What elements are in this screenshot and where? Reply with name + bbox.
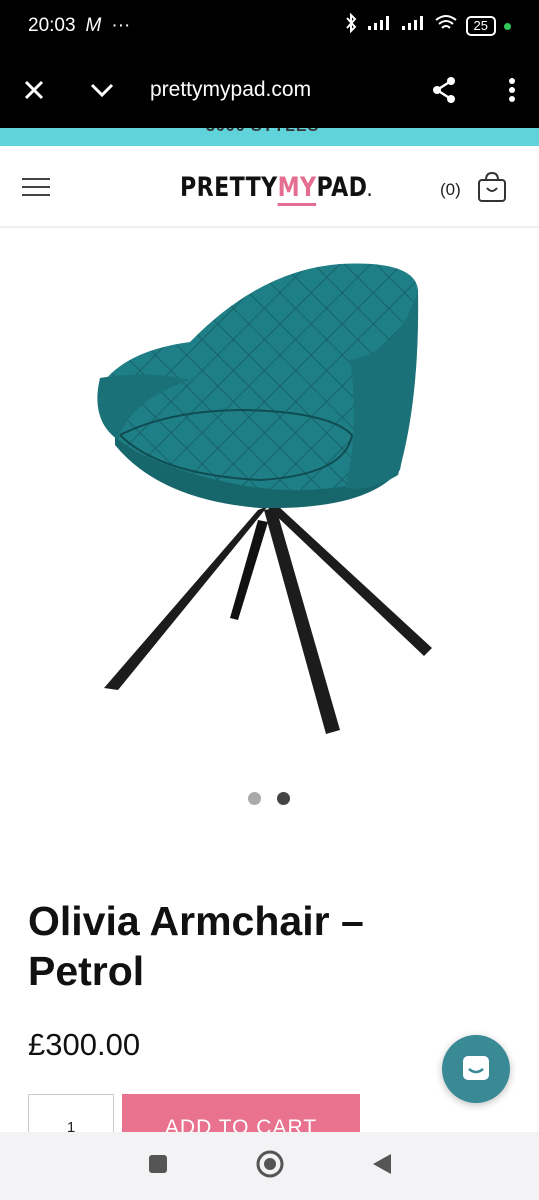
status-time: 20:03: [28, 15, 76, 36]
share-button[interactable]: [420, 66, 468, 114]
recent-apps-button[interactable]: [147, 1153, 169, 1180]
shopping-bag-icon: [478, 171, 506, 202]
wifi-icon: [434, 14, 458, 38]
system-navigation-bar: [0, 1132, 539, 1200]
product-title: Olivia Armchair – Petrol: [28, 898, 364, 994]
logo-mark: .: [367, 184, 373, 200]
signal-icon-2: [400, 15, 426, 37]
promo-strip: 3000 STYLES: [0, 128, 539, 146]
more-vertical-icon: [509, 78, 515, 102]
share-icon: [433, 77, 455, 103]
hamburger-menu-icon: [22, 178, 50, 196]
close-icon: [24, 80, 44, 100]
site-logo[interactable]: PRETTYMYPAD.: [180, 172, 373, 206]
battery-icon: 25: [465, 16, 496, 36]
menu-button[interactable]: [22, 176, 50, 203]
chat-icon: [463, 1056, 489, 1080]
cart-count[interactable]: (0): [440, 180, 461, 200]
collapse-button[interactable]: [78, 66, 126, 114]
url-display[interactable]: prettymypad.com: [150, 78, 370, 102]
status-bar: 20:03 M ··· 25: [0, 0, 539, 52]
logo-text-my: MY: [277, 172, 317, 206]
close-tab-button[interactable]: [10, 66, 58, 114]
back-triangle-icon: [372, 1153, 391, 1174]
bluetooth-icon: [344, 12, 358, 39]
home-circle-icon: [256, 1150, 283, 1177]
carrier-icon: M: [85, 15, 102, 36]
logo-text-pretty: PRETTY: [180, 172, 278, 203]
home-button[interactable]: [255, 1149, 285, 1184]
cart-button[interactable]: [476, 171, 508, 209]
chevron-down-icon: [90, 83, 114, 97]
armchair-image: [97, 263, 432, 734]
square-icon: [148, 1154, 167, 1173]
browser-toolbar: prettymypad.com: [0, 52, 539, 128]
gallery-pagination: [248, 792, 290, 805]
more-options-button[interactable]: [488, 66, 536, 114]
gallery-dot-2[interactable]: [277, 792, 290, 805]
promo-text: 3000 STYLES: [206, 128, 319, 136]
back-button[interactable]: [371, 1152, 393, 1181]
more-notifications-icon: ···: [111, 15, 131, 36]
product-image[interactable]: [0, 230, 539, 760]
signal-icon: [366, 15, 392, 37]
product-price: £300.00: [28, 1027, 141, 1062]
logo-text-pad: PAD: [316, 172, 368, 203]
privacy-dot-icon: [504, 22, 511, 30]
live-chat-button[interactable]: [442, 1035, 510, 1103]
gallery-dot-1[interactable]: [248, 792, 261, 805]
